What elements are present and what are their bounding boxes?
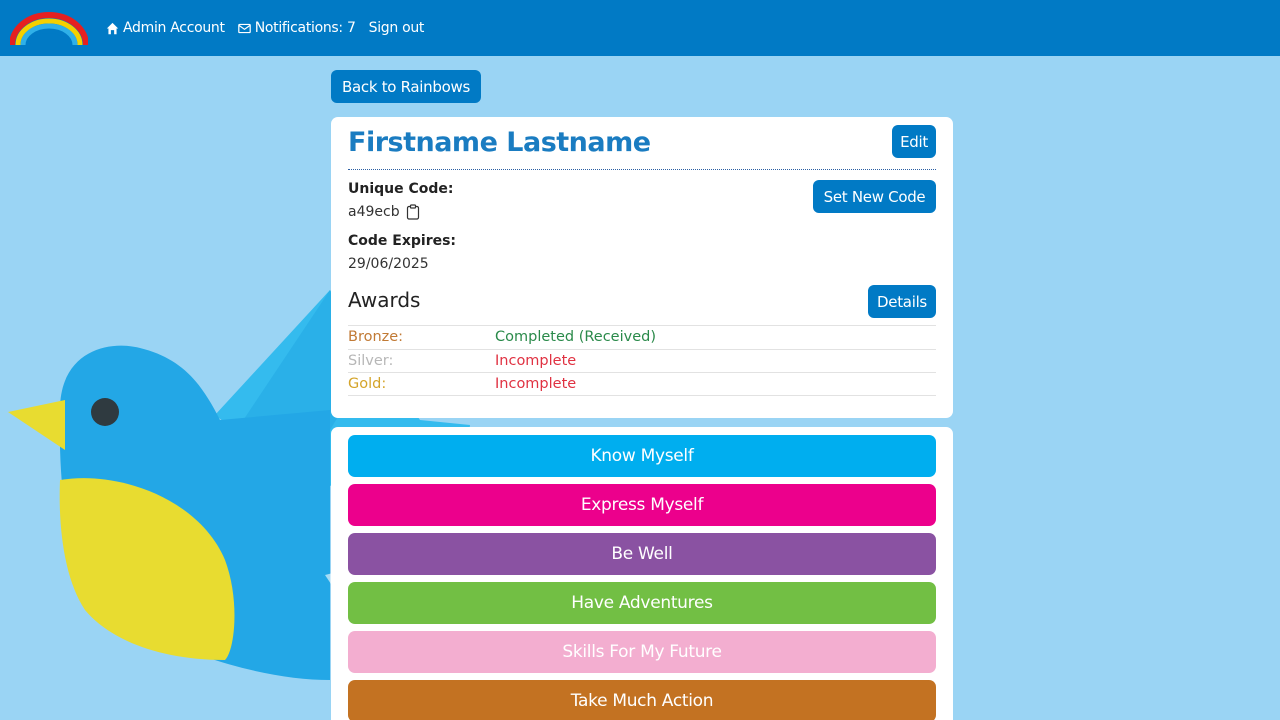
notifications-label: Notifications: 7 — [254, 20, 356, 36]
sign-out-label: Sign out — [368, 20, 425, 36]
admin-account-label: Admin Account — [123, 20, 225, 36]
awards-table: Bronze: Completed (Received) Silver: Inc… — [348, 325, 936, 396]
awards-details-button[interactable]: Details — [868, 285, 936, 318]
awards-heading: Awards — [348, 288, 421, 312]
award-status: Completed (Received) — [495, 329, 656, 346]
code-expires-value: 29/06/2025 — [348, 256, 429, 272]
theme-know-myself-button[interactable]: Know Myself — [348, 435, 936, 477]
title-divider — [348, 169, 936, 170]
admin-account-link[interactable]: Admin Account — [106, 20, 225, 36]
nav-links: Admin Account Notifications: 7 Sign out — [106, 0, 424, 56]
back-to-rainbows-button[interactable]: Back to Rainbows — [331, 70, 481, 103]
theme-be-well-button[interactable]: Be Well — [348, 533, 936, 575]
award-row-bronze: Bronze: Completed (Received) — [348, 325, 936, 349]
award-status: Incomplete — [495, 352, 577, 369]
theme-express-myself-button[interactable]: Express Myself — [348, 484, 936, 526]
award-name: Silver: — [348, 352, 394, 369]
code-expires-label: Code Expires: — [348, 233, 457, 249]
award-name: Gold: — [348, 375, 387, 392]
award-status: Incomplete — [495, 375, 577, 392]
edit-button[interactable]: Edit — [892, 125, 936, 158]
award-name: Bronze: — [348, 329, 404, 346]
award-row-silver: Silver: Incomplete — [348, 348, 936, 373]
sign-out-link[interactable]: Sign out — [369, 20, 425, 36]
clipboard-icon[interactable] — [406, 204, 420, 220]
theme-take-much-action-button[interactable]: Take Much Action — [348, 680, 936, 720]
set-new-code-button[interactable]: Set New Code — [813, 180, 936, 213]
unique-code-value: a49ecb — [348, 204, 400, 220]
award-row-gold: Gold: Incomplete — [348, 372, 936, 396]
member-name: Firstname Lastname — [348, 127, 651, 158]
themes-card: Know Myself Express Myself Be Well Have … — [331, 427, 953, 720]
top-nav-bar: Admin Account Notifications: 7 Sign out — [0, 0, 1280, 56]
envelope-icon — [237, 23, 251, 33]
profile-card: Firstname Lastname Edit Unique Code: a49… — [331, 117, 953, 418]
theme-have-adventures-button[interactable]: Have Adventures — [348, 582, 936, 624]
theme-skills-for-my-future-button[interactable]: Skills For My Future — [348, 631, 936, 673]
unique-code-value-row: a49ecb — [348, 204, 420, 220]
home-icon — [106, 22, 119, 34]
unique-code-label: Unique Code: — [348, 181, 454, 197]
rainbow-logo[interactable] — [10, 9, 88, 47]
notifications-link[interactable]: Notifications: 7 — [237, 20, 356, 36]
